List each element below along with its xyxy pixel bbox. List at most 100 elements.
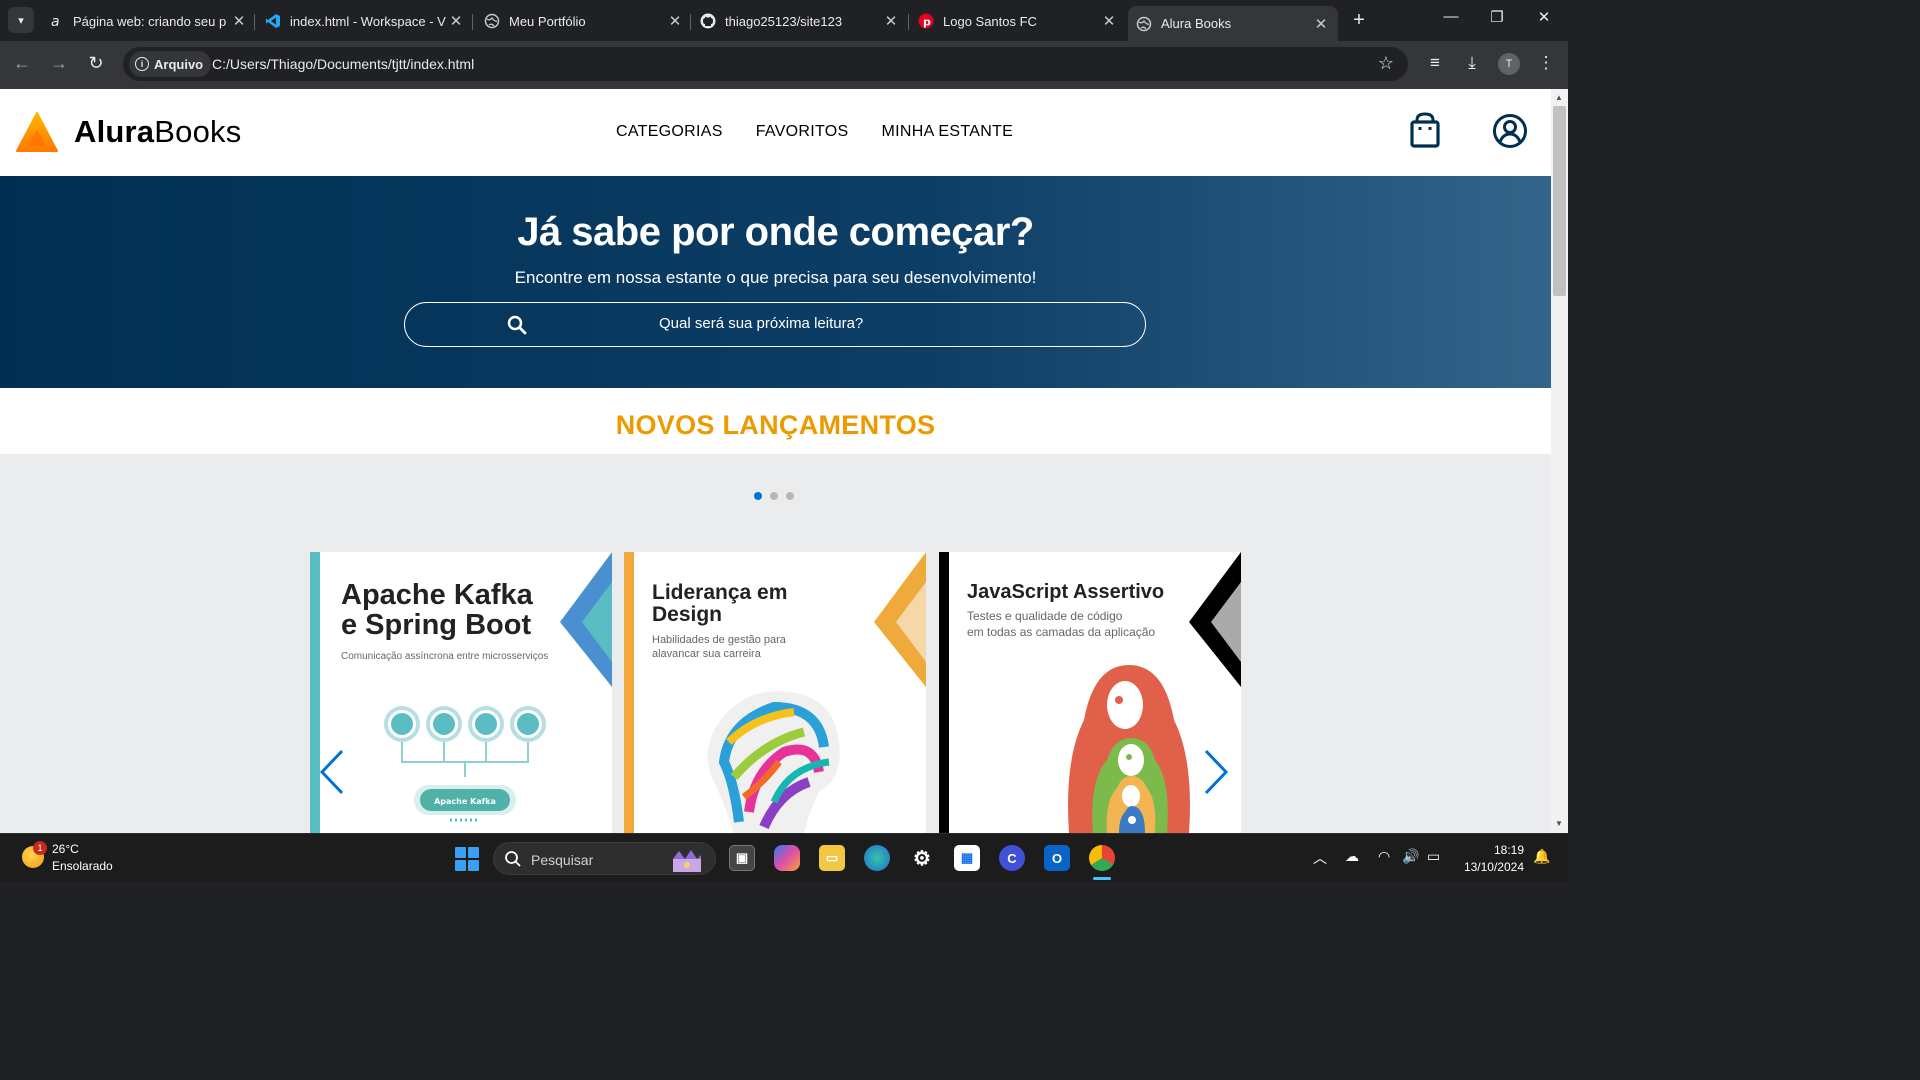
globe-icon: [1136, 16, 1152, 32]
book-chevron-decoration: [874, 552, 926, 687]
book-subtitle: Comunicação assíncrona entre microsservi…: [341, 651, 549, 662]
close-tab-icon[interactable]: ✕: [1100, 12, 1118, 30]
svg-text:a: a: [51, 14, 60, 29]
address-bar[interactable]: i Arquivo C:/Users/Thiago/Documents/tjtt…: [123, 47, 1408, 81]
book-card-javascript-assertivo[interactable]: JavaScript Assertivo Testes e qualidade …: [939, 552, 1241, 833]
logo-triangle-icon: [16, 112, 58, 152]
site-info-label: Arquivo: [154, 56, 204, 72]
browser-tab-strip: ▾ a Página web: criando seu p ✕ index.ht…: [0, 0, 1568, 41]
weather-temperature[interactable]: 26°C: [52, 842, 79, 856]
settings-gear-icon[interactable]: ⚙: [909, 845, 935, 871]
close-tab-icon[interactable]: ✕: [882, 12, 900, 30]
new-tab-button[interactable]: +: [1348, 9, 1370, 32]
close-tab-icon[interactable]: ✕: [1312, 15, 1330, 33]
volume-icon[interactable]: 🔊: [1402, 848, 1419, 865]
minimize-icon[interactable]: —: [1436, 8, 1466, 25]
browser-tab-5[interactable]: p Logo Santos FC ✕: [918, 6, 1118, 36]
bookmark-star-icon[interactable]: ☆: [1378, 53, 1394, 74]
file-explorer-icon[interactable]: ▭: [819, 845, 845, 871]
tab-title: Alura Books: [1161, 16, 1232, 31]
nav-favoritos[interactable]: FAVORITOS: [756, 123, 849, 141]
close-window-icon[interactable]: ✕: [1529, 8, 1559, 26]
close-tab-icon[interactable]: ✕: [447, 12, 465, 30]
tab-title: thiago25123/site123: [725, 13, 843, 29]
task-view-icon[interactable]: ▣: [729, 845, 755, 871]
profile-avatar[interactable]: T: [1498, 53, 1520, 75]
book-card-lideranca-em-design[interactable]: Liderança em Design Habilidades de gestã…: [624, 552, 926, 833]
wifi-icon[interactable]: ◠: [1378, 848, 1390, 865]
browser-tab-1[interactable]: a Página web: criando seu p ✕: [48, 6, 248, 36]
alura-a-icon: a: [48, 13, 64, 29]
url-text[interactable]: C:/Users/Thiago/Documents/tjtt/index.htm…: [212, 56, 474, 72]
book-title: Apache Kafka e Spring Boot: [341, 579, 533, 642]
forward-arrow-icon[interactable]: →: [47, 53, 71, 74]
browser-menu-icon[interactable]: ⋮: [1534, 53, 1558, 73]
tab-title: Logo Santos FC: [943, 13, 1037, 29]
tab-title: Meu Portfólio: [509, 13, 586, 29]
alurabooks-logo[interactable]: AluraBooks: [16, 111, 241, 153]
site-info-chip[interactable]: i Arquivo: [129, 51, 212, 77]
taskbar-search[interactable]: Pesquisar: [493, 842, 716, 875]
notification-bell-icon[interactable]: 🔔: [1533, 848, 1550, 865]
carousel-dot-3[interactable]: [786, 492, 794, 500]
restore-icon[interactable]: ❐: [1482, 8, 1512, 26]
taskbar-search-label: Pesquisar: [531, 852, 594, 868]
app-c-icon[interactable]: C: [999, 845, 1025, 871]
scroll-up-icon[interactable]: ▲: [1555, 93, 1563, 102]
browser-toolbar: ← → ↻ i Arquivo C:/Users/Thiago/Document…: [0, 41, 1568, 89]
browser-tab-6-active[interactable]: Alura Books ✕: [1128, 6, 1338, 41]
hero-banner: Já sabe por onde começar? Encontre em no…: [0, 176, 1551, 388]
tab-title: Página web: criando seu p: [73, 13, 227, 29]
download-icon[interactable]: ⤓: [1460, 53, 1484, 73]
reload-icon[interactable]: ↻: [84, 53, 108, 74]
logo-text: AluraBooks: [74, 114, 242, 149]
page-scrollbar[interactable]: ▲ ▼: [1551, 89, 1568, 833]
tab-separator: [908, 14, 909, 30]
shopping-bag-icon[interactable]: [1408, 112, 1442, 148]
tray-overflow-chevron-icon[interactable]: ︿: [1313, 848, 1327, 868]
battery-icon[interactable]: ▭: [1427, 848, 1440, 865]
book-search-input[interactable]: Qual será sua próxima leitura?: [404, 302, 1146, 347]
chrome-icon[interactable]: [1089, 845, 1115, 871]
carousel-prev-arrow-icon[interactable]: [318, 748, 346, 796]
site-header: AluraBooks CATEGORIAS FAVORITOS MINHA ES…: [0, 89, 1551, 176]
book-card-apache-kafka[interactable]: Apache Kafka e Spring Boot Comunicação a…: [310, 552, 612, 833]
pinterest-icon: p: [918, 13, 934, 29]
hero-subtitle: Encontre em nossa estante o que precisa …: [514, 268, 1037, 287]
weather-condition[interactable]: Ensolarado: [52, 859, 113, 873]
colorful-head-illustration: [707, 691, 840, 833]
scroll-down-icon[interactable]: ▼: [1555, 819, 1563, 828]
user-profile-icon[interactable]: [1492, 113, 1528, 149]
outlook-icon[interactable]: O: [1044, 845, 1070, 871]
tab-separator: [472, 14, 473, 30]
carousel-next-arrow-icon[interactable]: [1202, 748, 1230, 796]
onedrive-cloud-icon[interactable]: ☁: [1345, 848, 1359, 865]
main-nav: CATEGORIAS FAVORITOS MINHA ESTANTE: [616, 123, 1013, 141]
carousel-dot-1[interactable]: [754, 492, 762, 500]
book-subtitle: Habilidades de gestão para alavancar sua…: [652, 634, 786, 661]
back-arrow-icon[interactable]: ←: [10, 53, 34, 74]
browser-tab-4[interactable]: thiago25123/site123 ✕: [700, 6, 900, 36]
browser-tab-2[interactable]: index.html - Workspace - V ✕: [265, 6, 465, 36]
nav-minha-estante[interactable]: MINHA ESTANTE: [882, 123, 1014, 141]
section-title: NOVOS LANÇAMENTOS: [615, 410, 936, 440]
copilot-icon[interactable]: [774, 845, 800, 871]
system-clock[interactable]: 18:19 13/10/2024: [1460, 842, 1524, 876]
close-tab-icon[interactable]: ✕: [666, 12, 684, 30]
nav-categorias[interactable]: CATEGORIAS: [616, 123, 723, 141]
svg-text:p: p: [923, 16, 931, 29]
reading-list-icon[interactable]: ≡: [1423, 53, 1447, 73]
browser-tab-3[interactable]: Meu Portfólio ✕: [484, 6, 684, 36]
microsoft-store-icon[interactable]: ▦: [954, 845, 980, 871]
book-chevron-decoration: [560, 552, 612, 687]
clock-date: 13/10/2024: [1463, 860, 1524, 874]
windows-start-icon[interactable]: [455, 847, 479, 871]
nesting-dolls-illustration: [1068, 665, 1190, 833]
edge-icon[interactable]: [864, 845, 890, 871]
vscode-icon: [265, 13, 281, 29]
search-highlight-illustration-icon: [673, 850, 701, 872]
carousel-dot-2[interactable]: [770, 492, 778, 500]
scrollbar-thumb[interactable]: [1553, 106, 1566, 296]
tab-search-button[interactable]: ▾: [8, 7, 34, 33]
close-tab-icon[interactable]: ✕: [230, 12, 248, 30]
